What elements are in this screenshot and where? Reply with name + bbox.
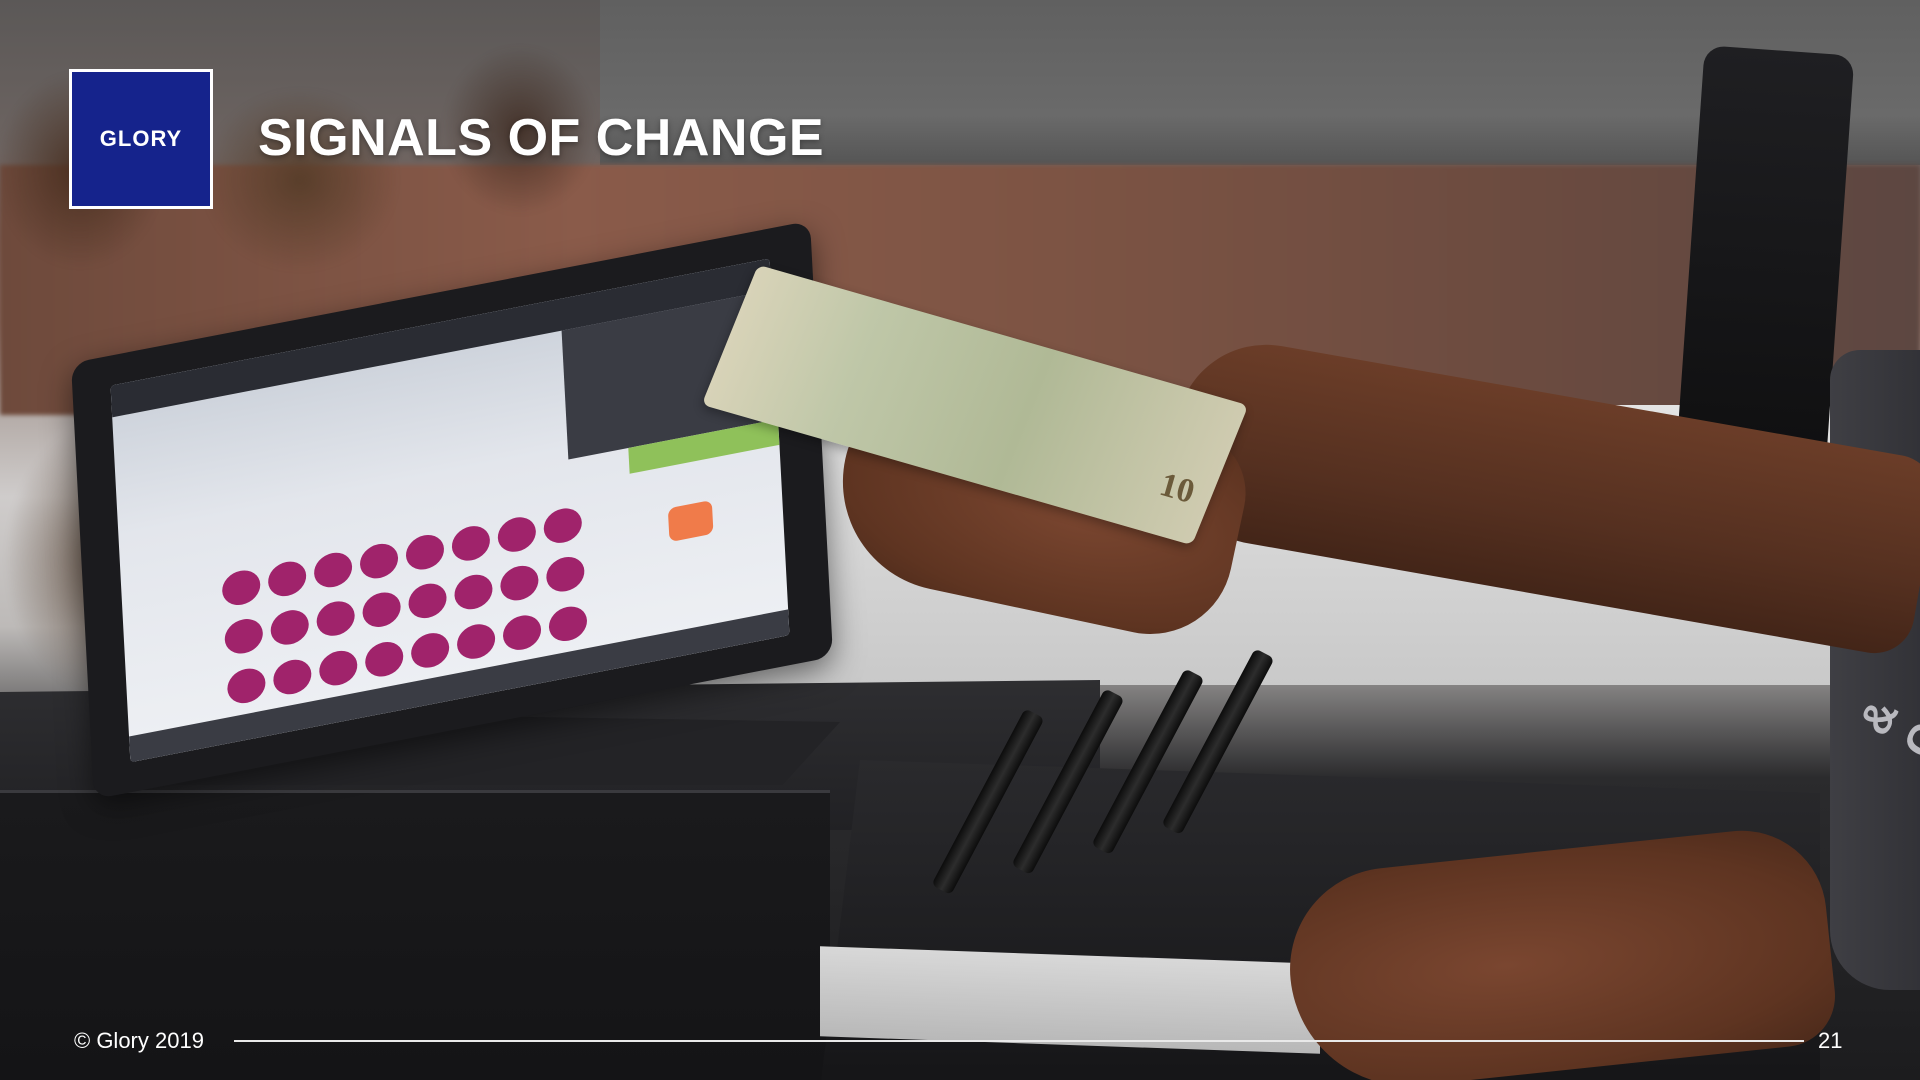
page-number: 21 (1818, 1028, 1843, 1053)
glory-logo: GLORY (69, 69, 213, 209)
photo-card-reader (1675, 45, 1855, 475)
footer-divider (234, 1040, 1804, 1042)
photo-pos-orange-key (667, 499, 714, 543)
photo-drawer-front (820, 946, 1320, 1054)
logo-text: GLORY (99, 126, 183, 151)
slide-title: SIGNALS OF CHANGE (258, 109, 825, 167)
slide: & CO. 10 GLORY SIGNALS OF CHANGE © Glory… (0, 0, 1920, 1080)
footer-copyright: © Glory 2019 (74, 1028, 204, 1053)
